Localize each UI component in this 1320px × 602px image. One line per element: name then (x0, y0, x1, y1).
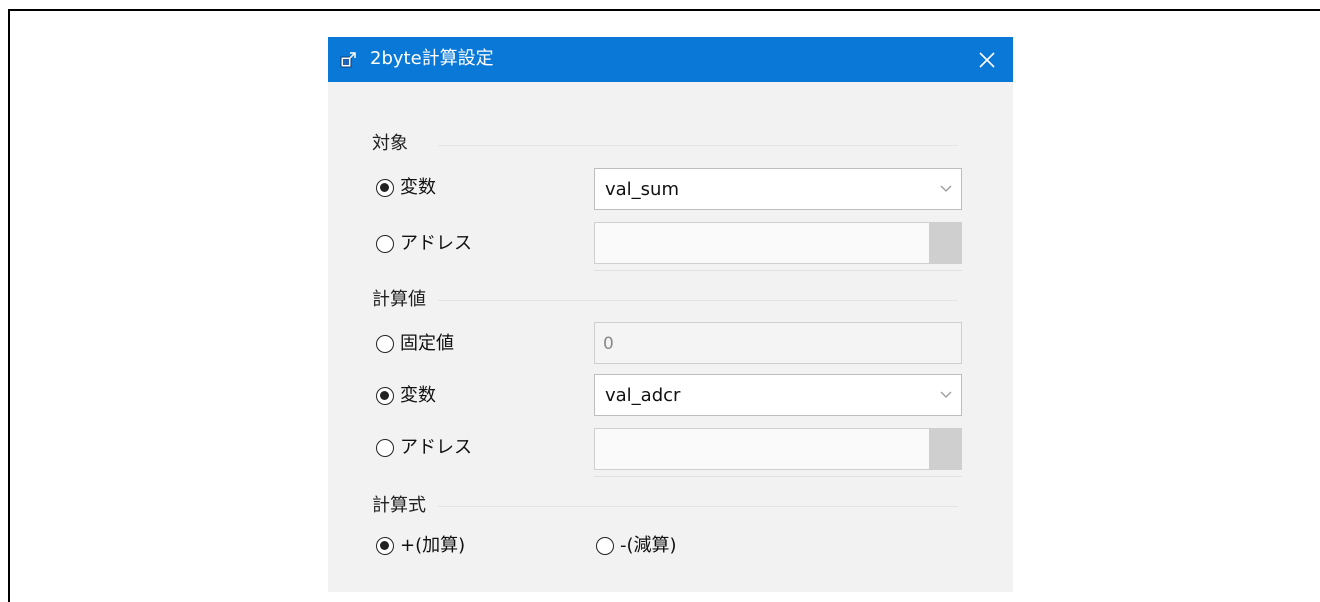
group-divider (438, 506, 958, 507)
radio-unchecked-icon (596, 537, 614, 555)
target-variable-radio[interactable]: 変数 (376, 176, 436, 200)
radio-unchecked-icon (376, 439, 394, 457)
field-divider (594, 476, 962, 477)
target-group-label: 対象 (372, 133, 408, 154)
radio-label: アドレス (400, 437, 472, 458)
close-icon (979, 51, 995, 68)
fixed-value-field[interactable]: 0 (594, 322, 962, 364)
title-bar[interactable]: 2byte計算設定 (328, 37, 1013, 82)
formula-group-label: 計算式 (372, 495, 426, 516)
calc-settings-dialog: 2byte計算設定 対象 変数 val_sum アドレス 計算値 固定値 0 変… (328, 37, 1013, 592)
radio-unchecked-icon (376, 335, 394, 353)
formula-subtract-radio[interactable]: -(減算) (596, 534, 677, 558)
combobox-value: val_adcr (605, 385, 681, 406)
radio-label: 変数 (400, 177, 436, 198)
close-button[interactable] (961, 37, 1013, 82)
target-address-radio[interactable]: アドレス (376, 232, 472, 256)
value-fixed-radio[interactable]: 固定値 (376, 332, 454, 356)
target-variable-combobox[interactable]: val_sum (594, 168, 962, 210)
dialog-title: 2byte計算設定 (370, 48, 494, 69)
radio-checked-icon (376, 537, 394, 555)
combobox-value: val_sum (605, 179, 680, 200)
radio-unchecked-icon (376, 235, 394, 253)
value-group-label: 計算値 (372, 289, 426, 310)
radio-checked-icon (376, 387, 394, 405)
chevron-down-icon[interactable] (931, 375, 961, 415)
radio-label: アドレス (400, 233, 472, 254)
formula-add-radio[interactable]: +(加算) (376, 534, 465, 558)
chevron-down-icon[interactable] (931, 169, 961, 209)
fixed-value-text: 0 (603, 334, 614, 354)
value-address-radio[interactable]: アドレス (376, 436, 472, 460)
group-divider (438, 145, 958, 146)
app-icon (340, 52, 356, 68)
field-divider (594, 270, 962, 271)
radio-label: -(減算) (620, 535, 677, 556)
radio-checked-icon (376, 179, 394, 197)
radio-label: +(加算) (400, 535, 466, 556)
group-divider (438, 300, 958, 301)
value-variable-radio[interactable]: 変数 (376, 384, 436, 408)
target-address-field[interactable] (594, 222, 962, 264)
radio-label: 変数 (400, 385, 436, 406)
radio-label: 固定値 (400, 333, 454, 354)
address-spinner[interactable] (929, 429, 961, 469)
dialog-content: 対象 変数 val_sum アドレス 計算値 固定値 0 変数 val_adcr… (328, 82, 1013, 592)
address-spinner[interactable] (929, 223, 961, 263)
value-address-field[interactable] (594, 428, 962, 470)
value-variable-combobox[interactable]: val_adcr (594, 374, 962, 416)
